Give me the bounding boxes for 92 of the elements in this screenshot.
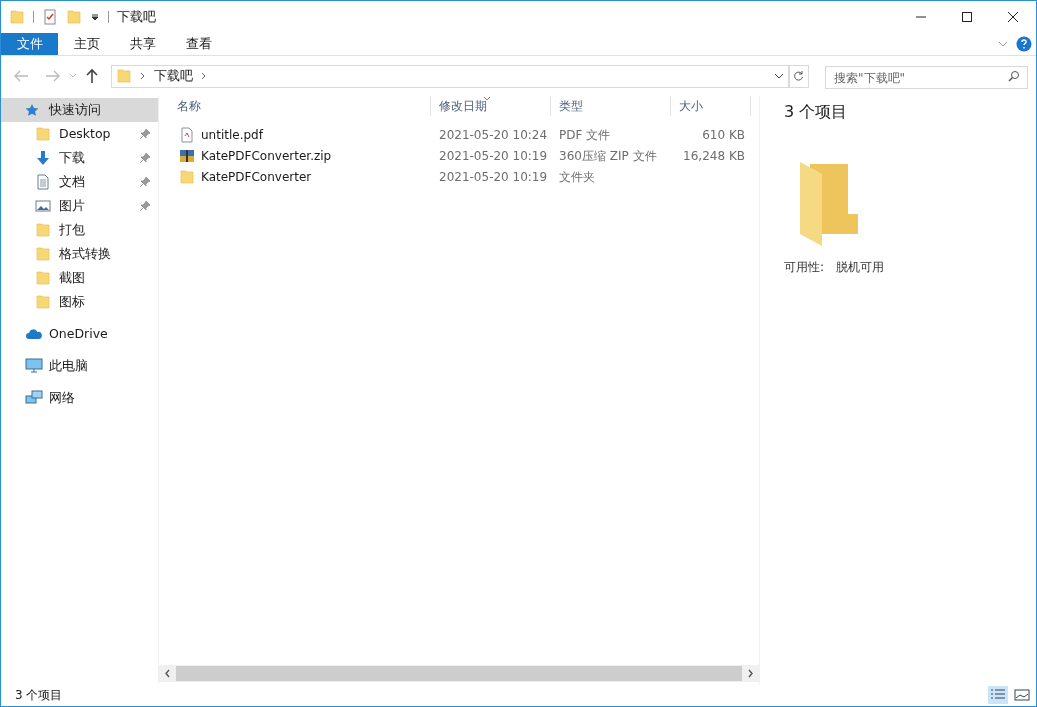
sidebar-item[interactable]: 打包 <box>1 218 158 242</box>
forward-arrow-icon[interactable] <box>45 69 61 83</box>
sidebar-item[interactable]: 下载 <box>1 146 158 170</box>
folder-icon <box>800 162 858 246</box>
sidebar-label: 打包 <box>59 220 86 239</box>
chevron-right-icon <box>140 72 146 80</box>
ribbon-tab[interactable]: 查看 <box>172 33 226 55</box>
archive-icon <box>179 147 195 164</box>
folder-icon <box>66 9 82 25</box>
table-cell-text: 2021-05-20 10:19 <box>438 168 549 186</box>
availability-label: 可用性: <box>784 259 825 276</box>
file-tab[interactable]: 文件 <box>1 33 58 55</box>
sidebar-label: 截图 <box>59 268 86 287</box>
column-header[interactable]: 修改日期 <box>431 96 551 116</box>
folder-icon <box>35 294 51 310</box>
sidebar-label: 下载 <box>59 148 86 167</box>
maximize-icon <box>962 12 972 22</box>
ribbon-tab[interactable]: 主页 <box>60 33 114 55</box>
chevron-down-icon[interactable] <box>774 72 784 80</box>
sidebar-label: 图片 <box>59 196 86 215</box>
network-icon <box>25 390 43 406</box>
folder-icon <box>35 246 51 262</box>
horizontal-scrollbar[interactable] <box>159 665 759 682</box>
help-icon[interactable] <box>1016 36 1032 52</box>
document-icon <box>179 126 195 143</box>
sidebar-label: 格式转换 <box>59 244 112 263</box>
close-icon <box>1008 12 1018 22</box>
status-text: 3 个项目 <box>15 687 63 704</box>
sort-indicator-icon <box>483 96 491 101</box>
sidebar-item[interactable]: OneDrive <box>1 322 158 346</box>
chevron-right-icon <box>201 72 207 80</box>
sidebar-item[interactable]: Desktop <box>1 122 158 146</box>
table-cell-text: 文件夹 <box>558 168 596 186</box>
cloud-icon <box>25 327 43 341</box>
refresh-icon <box>794 70 804 82</box>
sidebar-label: 图标 <box>59 292 86 311</box>
address-field[interactable]: 下载吧 <box>111 64 789 88</box>
column-header[interactable]: 大小 <box>671 96 751 116</box>
sidebar-item[interactable]: 图片 <box>1 194 158 218</box>
table-cell-text: 610 KB <box>702 126 745 144</box>
breadcrumb-item[interactable]: 下载吧 <box>154 66 193 86</box>
sidebar-label: 网络 <box>49 388 76 407</box>
pin-icon[interactable] <box>140 201 150 211</box>
sidebar-label: 文档 <box>59 172 86 191</box>
sidebar-item[interactable]: 图标 <box>1 290 158 314</box>
pin-icon[interactable] <box>140 153 150 163</box>
document-icon <box>35 174 51 190</box>
folder-icon <box>35 270 51 286</box>
availability-value: 脱机可用 <box>836 259 885 276</box>
window-title: 下载吧 <box>117 7 156 26</box>
column-header[interactable]: 名称 <box>169 96 431 116</box>
pin-icon[interactable] <box>140 129 150 139</box>
sidebar-label: OneDrive <box>49 324 109 343</box>
table-cell-text: 360压缩 ZIP 文件 <box>558 147 658 165</box>
pin-icon[interactable] <box>140 177 150 187</box>
properties-icon[interactable] <box>42 9 58 25</box>
folder-icon <box>35 222 51 238</box>
search-icon[interactable] <box>1008 69 1020 82</box>
sidebar-item[interactable]: 快速访问 <box>1 98 158 122</box>
sidebar-item[interactable]: 格式转换 <box>1 242 158 266</box>
folder-icon <box>179 168 195 185</box>
dropdown-icon[interactable] <box>90 12 100 22</box>
table-cell-text: 2021-05-20 10:19 <box>438 147 549 165</box>
down-arrow-icon <box>35 150 51 166</box>
large-icons-view-icon[interactable] <box>1012 686 1032 704</box>
up-arrow-icon[interactable] <box>85 68 99 84</box>
search-field[interactable]: 搜索"下载吧" <box>825 66 1028 89</box>
preview-title: 3 个项目 <box>784 101 849 123</box>
table-cell-text: 16,248 KB <box>683 147 745 165</box>
table-cell-text: PDF 文件 <box>558 126 612 144</box>
sidebar-label: 快速访问 <box>49 100 102 119</box>
file-name[interactable]: KatePDFConverter <box>201 167 312 186</box>
sidebar-label: Desktop <box>59 124 112 143</box>
refresh-button[interactable] <box>789 64 809 88</box>
folder-icon <box>35 126 51 142</box>
sidebar-item[interactable]: 此电脑 <box>1 354 158 378</box>
back-arrow-icon[interactable] <box>13 69 29 83</box>
file-name[interactable]: KatePDFConverter.zip <box>201 146 332 165</box>
ribbon-tab[interactable]: 共享 <box>116 33 170 55</box>
sidebar-item[interactable]: 文档 <box>1 170 158 194</box>
sidebar-item[interactable]: 网络 <box>1 386 158 410</box>
details-view-icon[interactable] <box>988 686 1008 704</box>
table-cell-text: 2021-05-20 10:24 <box>438 126 549 144</box>
sidebar-label: 此电脑 <box>49 356 89 375</box>
star-icon <box>25 103 39 117</box>
column-header[interactable]: 类型 <box>551 96 671 116</box>
file-name[interactable]: untitle.pdf <box>201 125 263 144</box>
folder-icon <box>9 9 25 25</box>
folder-icon <box>116 68 132 84</box>
picture-icon <box>35 198 51 214</box>
monitor-icon <box>25 358 43 374</box>
sidebar-item[interactable]: 截图 <box>1 266 158 290</box>
